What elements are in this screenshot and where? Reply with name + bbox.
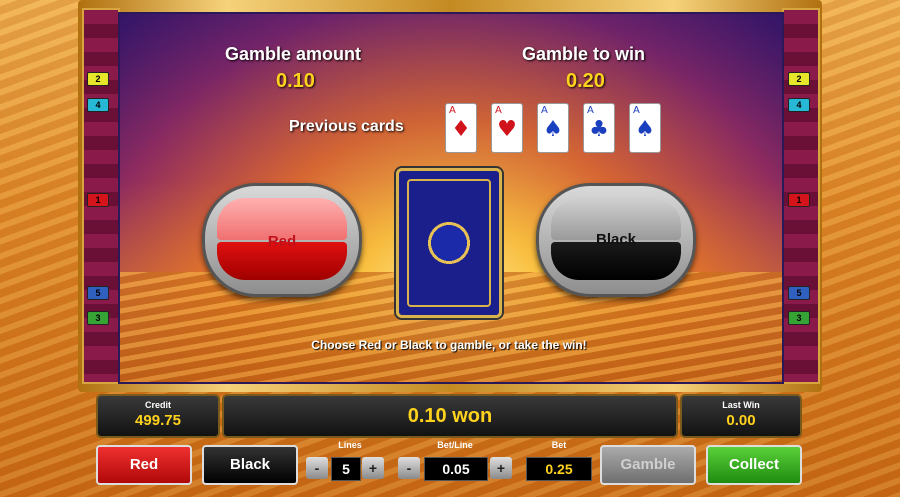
collect-button[interactable]: Collect [706,445,802,485]
card-suit-icon: ♠ [543,117,563,142]
last-win-label: Last Win [722,400,760,410]
previous-card: A ♥ [491,103,523,153]
credit-panel: Credit 499.75 [96,394,220,438]
previous-card: A ♣ [583,103,615,153]
line-number-right: 4 [788,98,810,112]
card-suit-icon: ♣ [589,117,609,142]
line-number-left: 4 [87,98,109,112]
line-number-right: 3 [788,311,810,325]
previous-card: A ♦ [445,103,477,153]
bet-line-minus-button[interactable]: - [398,457,420,479]
bet-value: 0.25 [526,457,592,481]
bet-label: Bet [551,440,567,450]
line-number-left: 2 [87,72,109,86]
line-number-right: 1 [788,193,810,207]
previous-card: A ♠ [537,103,569,153]
lines-minus-button[interactable]: - [306,457,328,479]
card-rank: A [541,105,548,116]
bet-line-label: Bet/Line [437,440,473,450]
lines-plus-button[interactable]: + [362,457,384,479]
previous-cards-label: Previous cards [289,118,404,135]
line-number-left: 3 [87,311,109,325]
line-number-left: 5 [87,286,109,300]
credit-value: 499.75 [135,412,181,429]
gamble-to-win-value: 0.20 [566,70,605,92]
previous-card: A ♠ [629,103,661,153]
gamble-amount-value: 0.10 [276,70,315,92]
red-choice-button[interactable]: Red [202,183,362,297]
line-number-right: 2 [788,72,810,86]
bet-line-plus-button[interactable]: + [490,457,512,479]
last-win-panel: Last Win 0.00 [680,394,802,438]
card-rank: A [449,105,456,116]
black-button[interactable]: Black [202,445,298,485]
line-number-right: 5 [788,286,810,300]
credit-label: Credit [144,400,171,410]
black-choice-button[interactable]: Black [536,183,696,297]
gamble-card-back [396,168,502,318]
red-choice-label: Red [267,233,297,250]
card-rank: A [495,105,502,116]
bet-line-value: 0.05 [424,457,488,481]
red-button[interactable]: Red [96,445,192,485]
lines-label: Lines [338,440,362,450]
card-suit-icon: ♠ [635,117,655,142]
card-rank: A [587,105,594,116]
gamble-button[interactable]: Gamble [600,445,696,485]
gamble-to-win-label: Gamble to win [522,44,646,64]
win-message: 0.10 won [407,405,493,427]
line-number-left: 1 [87,193,109,207]
card-suit-icon: ♦ [451,117,471,142]
lines-value: 5 [331,457,361,481]
gamble-amount-label: Gamble amount [225,44,362,64]
card-suit-icon: ♥ [497,117,517,142]
last-win-value: 0.00 [726,412,756,429]
gamble-hint: Choose Red or Black to gamble, or take t… [311,338,587,352]
message-panel: 0.10 won [222,394,678,438]
card-rank: A [633,105,640,116]
black-choice-label: Black [595,231,637,248]
